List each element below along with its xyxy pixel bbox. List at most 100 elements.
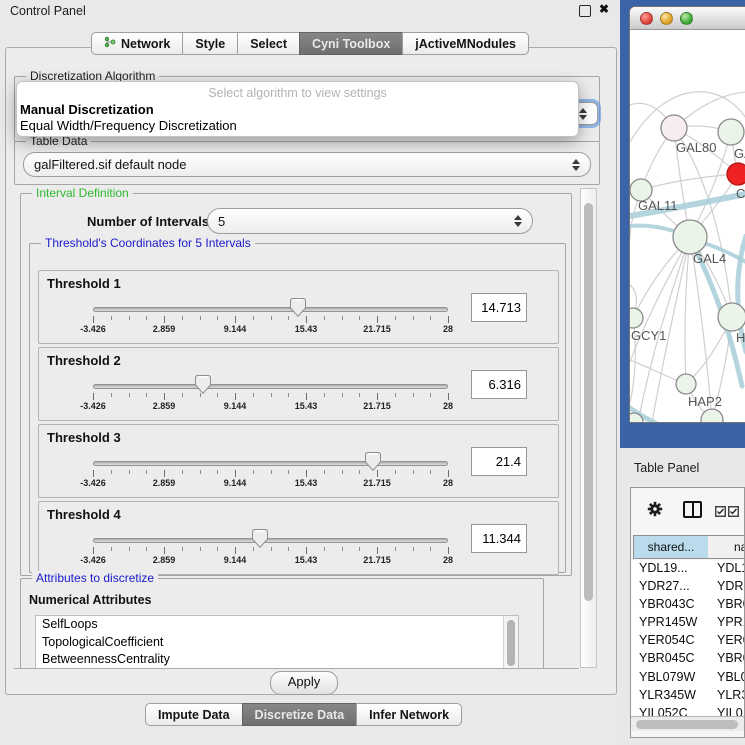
table-row[interactable]: YDL19...YDL1 — [631, 560, 744, 578]
slider-thumb[interactable] — [290, 298, 306, 317]
tick — [111, 393, 112, 397]
number-of-intervals-combobox[interactable]: 5 — [207, 208, 533, 234]
close-icon[interactable] — [599, 2, 609, 16]
threshold-value-field[interactable]: 21.4 — [471, 447, 527, 476]
dropdown-option-equal-width-frequency[interactable]: Equal Width/Frequency Discretization — [17, 118, 578, 134]
table-scrollbar-thumb[interactable] — [636, 720, 738, 729]
tick — [235, 470, 236, 477]
threshold-panel: Threshold 3-3.4262.8599.14415.4321.71528… — [38, 424, 559, 498]
tick — [271, 316, 272, 320]
tab-infer-network[interactable]: Infer Network — [356, 703, 462, 726]
tick-label: 21.715 — [363, 478, 391, 488]
table-horizontal-scrollbar[interactable] — [631, 716, 744, 731]
tab-impute-data[interactable]: Impute Data — [145, 703, 243, 726]
slider-track[interactable] — [93, 384, 448, 389]
tick — [395, 470, 396, 474]
column-header-name[interactable]: name — [708, 535, 745, 559]
slider-thumb[interactable] — [365, 452, 381, 471]
tick — [377, 470, 378, 477]
table-data-combobox-value: galFiltered.sif default node — [34, 157, 186, 172]
close-traffic-light-icon[interactable] — [640, 12, 653, 25]
tick — [217, 547, 218, 551]
tick — [395, 393, 396, 397]
table-row[interactable]: YDR27...YDR2 — [631, 578, 744, 596]
tab-discretize-data[interactable]: Discretize Data — [242, 703, 358, 726]
table-row[interactable]: YBL079WYBL0 — [631, 669, 744, 687]
tab-cyni-toolbox[interactable]: Cyni Toolbox — [299, 32, 403, 55]
threshold-value-field[interactable]: 11.344 — [471, 524, 527, 553]
apply-button[interactable]: Apply — [270, 671, 338, 695]
list-item[interactable]: BetweennessCentrality — [36, 651, 518, 669]
checkbox-icon[interactable] — [715, 504, 726, 515]
control-panel: Control Panel NetworkStyleSelectCyni Too… — [0, 0, 620, 745]
tick — [235, 393, 236, 400]
slider-thumb[interactable] — [252, 529, 268, 548]
tick — [182, 316, 183, 320]
control-panel-titlebar: Control Panel — [0, 0, 620, 22]
table-row[interactable]: YER054CYER0 — [631, 632, 744, 650]
table-row[interactable]: YIL052CYIL0 — [631, 705, 744, 716]
tab-select[interactable]: Select — [237, 32, 300, 55]
network-node-hap2[interactable] — [676, 374, 696, 394]
table-data-combobox[interactable]: galFiltered.sif default node — [23, 152, 591, 177]
tab-jactivemnodules[interactable]: jActiveMNodules — [402, 32, 529, 55]
network-node-gal[interactable] — [718, 119, 744, 145]
slider-track[interactable] — [93, 538, 448, 543]
network-node-label: CD — [736, 186, 745, 201]
network-node-gal4[interactable] — [673, 220, 707, 254]
numerical-attributes-list[interactable]: SelfLoopsTopologicalCoefficientBetweenne… — [35, 615, 519, 669]
slider-track[interactable] — [93, 307, 448, 312]
gear-icon[interactable] — [647, 501, 663, 517]
network-node[interactable] — [701, 409, 723, 423]
zoom-traffic-light-icon[interactable] — [680, 12, 693, 25]
threshold-label: Threshold 1 — [47, 276, 121, 291]
column-header-shared-name[interactable]: shared... — [633, 535, 709, 559]
table-row[interactable]: YBR043CYBR0 — [631, 596, 744, 614]
list-scrollbar-thumb[interactable] — [507, 620, 515, 666]
list-item[interactable]: TopologicalCoefficient — [36, 634, 518, 652]
tick — [448, 470, 449, 477]
tick-label: 9.144 — [224, 555, 247, 565]
tick — [217, 470, 218, 474]
table-row[interactable]: YPR145WYPR1 — [631, 614, 744, 632]
tick-label: 28 — [443, 478, 453, 488]
tick — [93, 316, 94, 323]
checkbox-icon[interactable] — [728, 504, 739, 515]
cell-shared-name: YBR045C — [639, 651, 695, 665]
tick — [235, 316, 236, 323]
tick — [359, 393, 360, 397]
network-node-gal80[interactable] — [661, 115, 687, 141]
network-canvas[interactable]: GAL80GALCDGAL11GAL4GCY1HAHAP2 — [630, 30, 745, 423]
tick — [164, 470, 165, 477]
network-node-gcy1[interactable] — [630, 308, 643, 328]
list-item[interactable]: SelfLoops — [36, 616, 518, 634]
panel-scrollbar-thumb[interactable] — [584, 203, 593, 601]
tick — [164, 547, 165, 554]
tick — [146, 393, 147, 397]
threshold-value-field[interactable]: 14.713 — [471, 293, 527, 322]
tick-label: 28 — [443, 324, 453, 334]
tick-label: 15.43 — [295, 324, 318, 334]
tab-style[interactable]: Style — [182, 32, 238, 55]
dropdown-option-manual-discretization[interactable]: Manual Discretization — [17, 102, 578, 118]
table-row[interactable]: YLR345WYLR3 — [631, 687, 744, 705]
table-row[interactable]: YBR045CYBR0 — [631, 650, 744, 668]
network-node-label: GAL80 — [676, 140, 716, 155]
panel-scrollbar[interactable] — [580, 188, 597, 668]
tab-network[interactable]: Network — [91, 32, 183, 55]
threshold-panel: Threshold 4-3.4262.8599.14415.4321.71528… — [38, 501, 559, 575]
threshold-value-field[interactable]: 6.316 — [471, 370, 527, 399]
list-scrollbar[interactable] — [503, 616, 518, 669]
cell-shared-name: YBR043C — [639, 597, 695, 611]
minimize-traffic-light-icon[interactable] — [660, 12, 673, 25]
slider-thumb[interactable] — [195, 375, 211, 394]
slider-track[interactable] — [93, 461, 448, 466]
slider-ticks — [93, 547, 448, 555]
tick — [395, 316, 396, 320]
split-view-icon[interactable] — [683, 501, 702, 518]
tick — [111, 547, 112, 551]
float-window-icon[interactable] — [579, 5, 591, 17]
table-panel-container: shared... name YDL19...YDL1YDR27...YDR2Y… — [630, 487, 745, 738]
network-node-ha[interactable] — [718, 303, 745, 331]
network-node-cd[interactable] — [727, 163, 745, 185]
